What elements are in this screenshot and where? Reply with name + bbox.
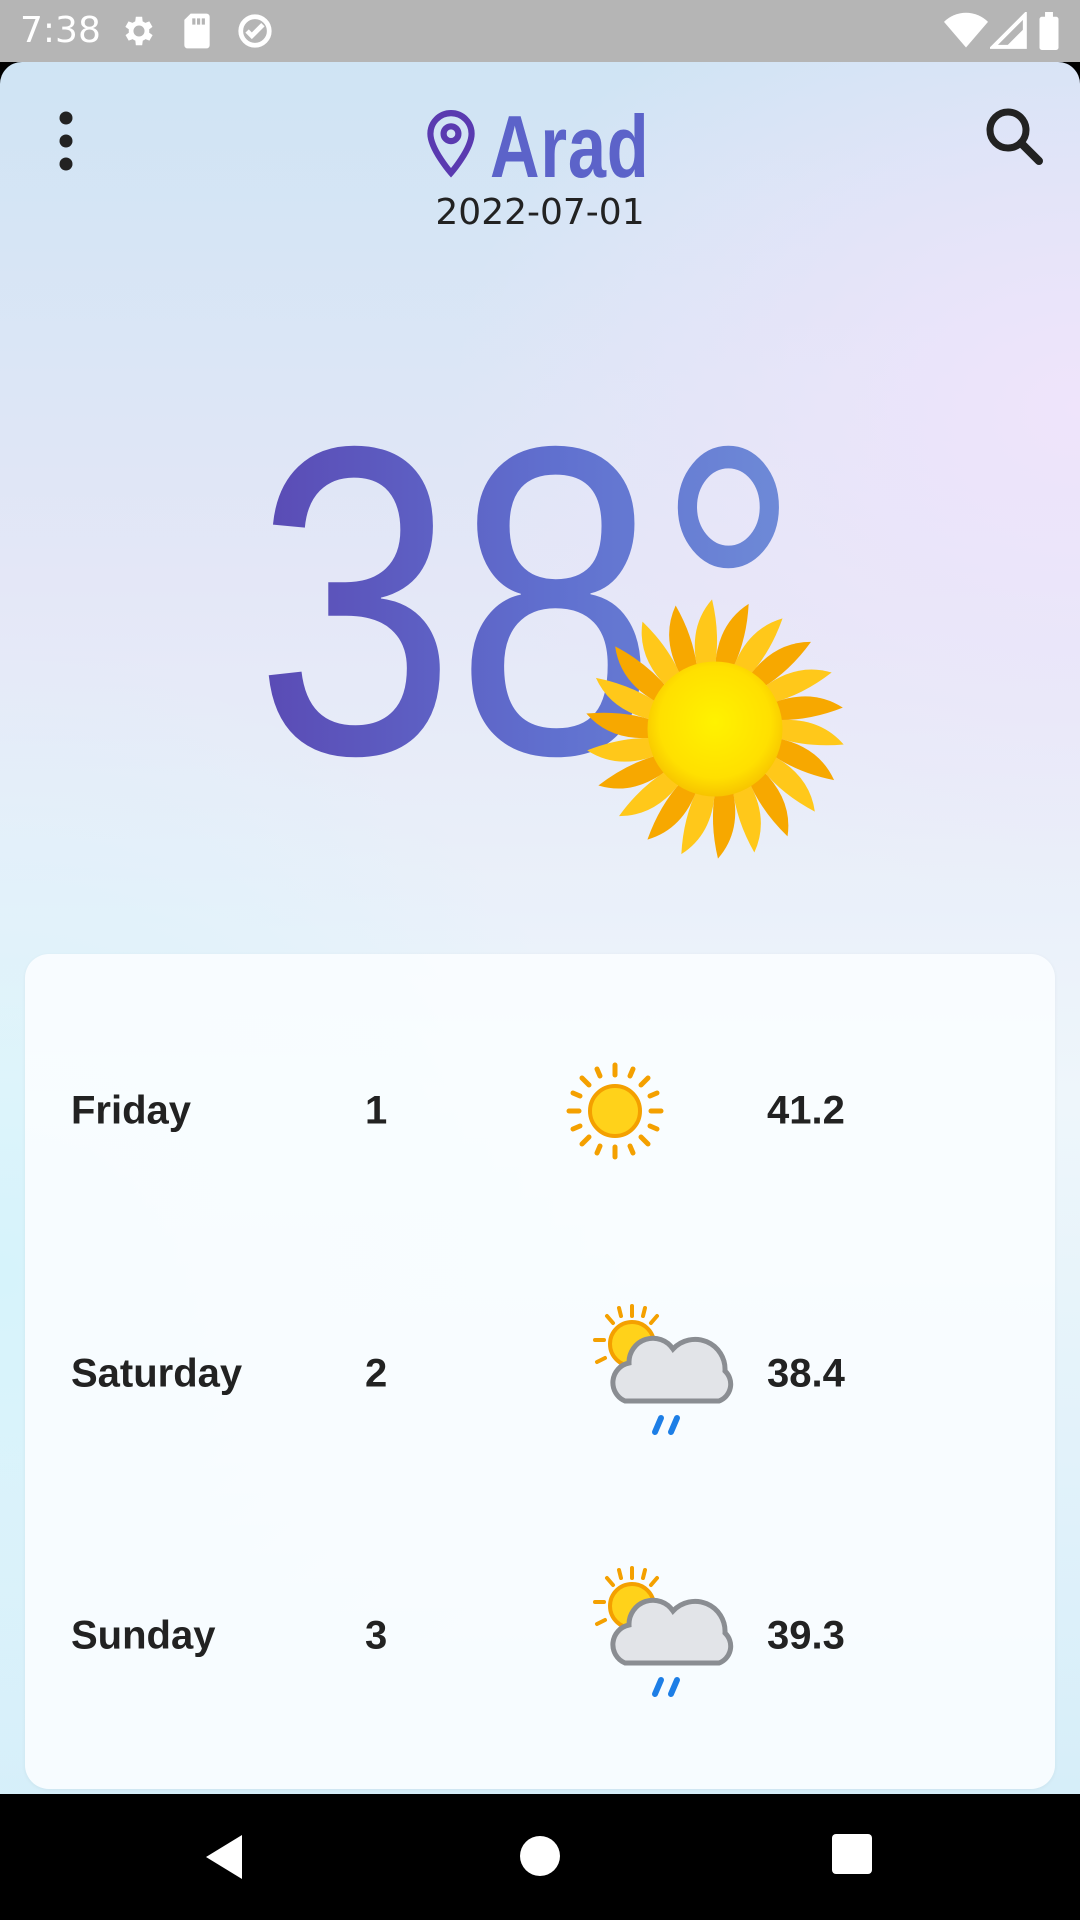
location-pin-icon [427,110,475,178]
weather-screen: Arad 2022-07-01 38° Friday 1 41.2 Saturd… [0,62,1080,1794]
forecast-card: Friday 1 41.2 Saturday 2 38.4 Sunday 3 3… [25,954,1055,1789]
home-icon[interactable] [516,1832,564,1880]
forecast-row-friday[interactable]: Friday 1 41.2 [25,1021,1055,1201]
sun-cloud-rain-icon [593,1566,734,1697]
recents-icon[interactable] [830,1832,874,1876]
wifi-icon [944,12,988,48]
forecast-index: 3 [365,1613,388,1658]
forecast-temperature: 38.4 [767,1351,845,1396]
forecast-row-sunday[interactable]: Sunday 3 39.3 [25,1546,1055,1726]
back-icon[interactable] [200,1832,250,1882]
sd-card-icon [184,13,210,49]
forecast-day: Saturday [71,1351,243,1396]
signal-icon [990,12,1027,49]
sun-cloud-rain-icon [593,1304,734,1435]
battery-icon [1039,12,1059,50]
forecast-index: 1 [365,1088,388,1133]
forecast-temperature: 41.2 [767,1088,845,1133]
status-time: 7:38 [20,10,101,51]
status-bar: 7:38 [0,0,1080,62]
settings-icon [125,16,153,46]
forecast-day: Friday [71,1088,192,1133]
data-saver-icon [238,14,272,48]
forecast-row-saturday[interactable]: Saturday 2 38.4 [25,1284,1055,1464]
city-name: Arad [489,97,650,196]
forecast-temperature: 39.3 [767,1613,845,1658]
navigation-bar [0,1794,1080,1920]
sun-icon [586,599,844,859]
search-icon [986,108,1043,165]
forecast-date: 2022-07-01 [435,192,645,233]
sunny-icon [566,1062,664,1160]
location-title: Arad [0,92,1080,202]
search-button[interactable] [975,98,1055,178]
forecast-day: Sunday [71,1613,216,1658]
forecast-index: 2 [365,1351,388,1396]
